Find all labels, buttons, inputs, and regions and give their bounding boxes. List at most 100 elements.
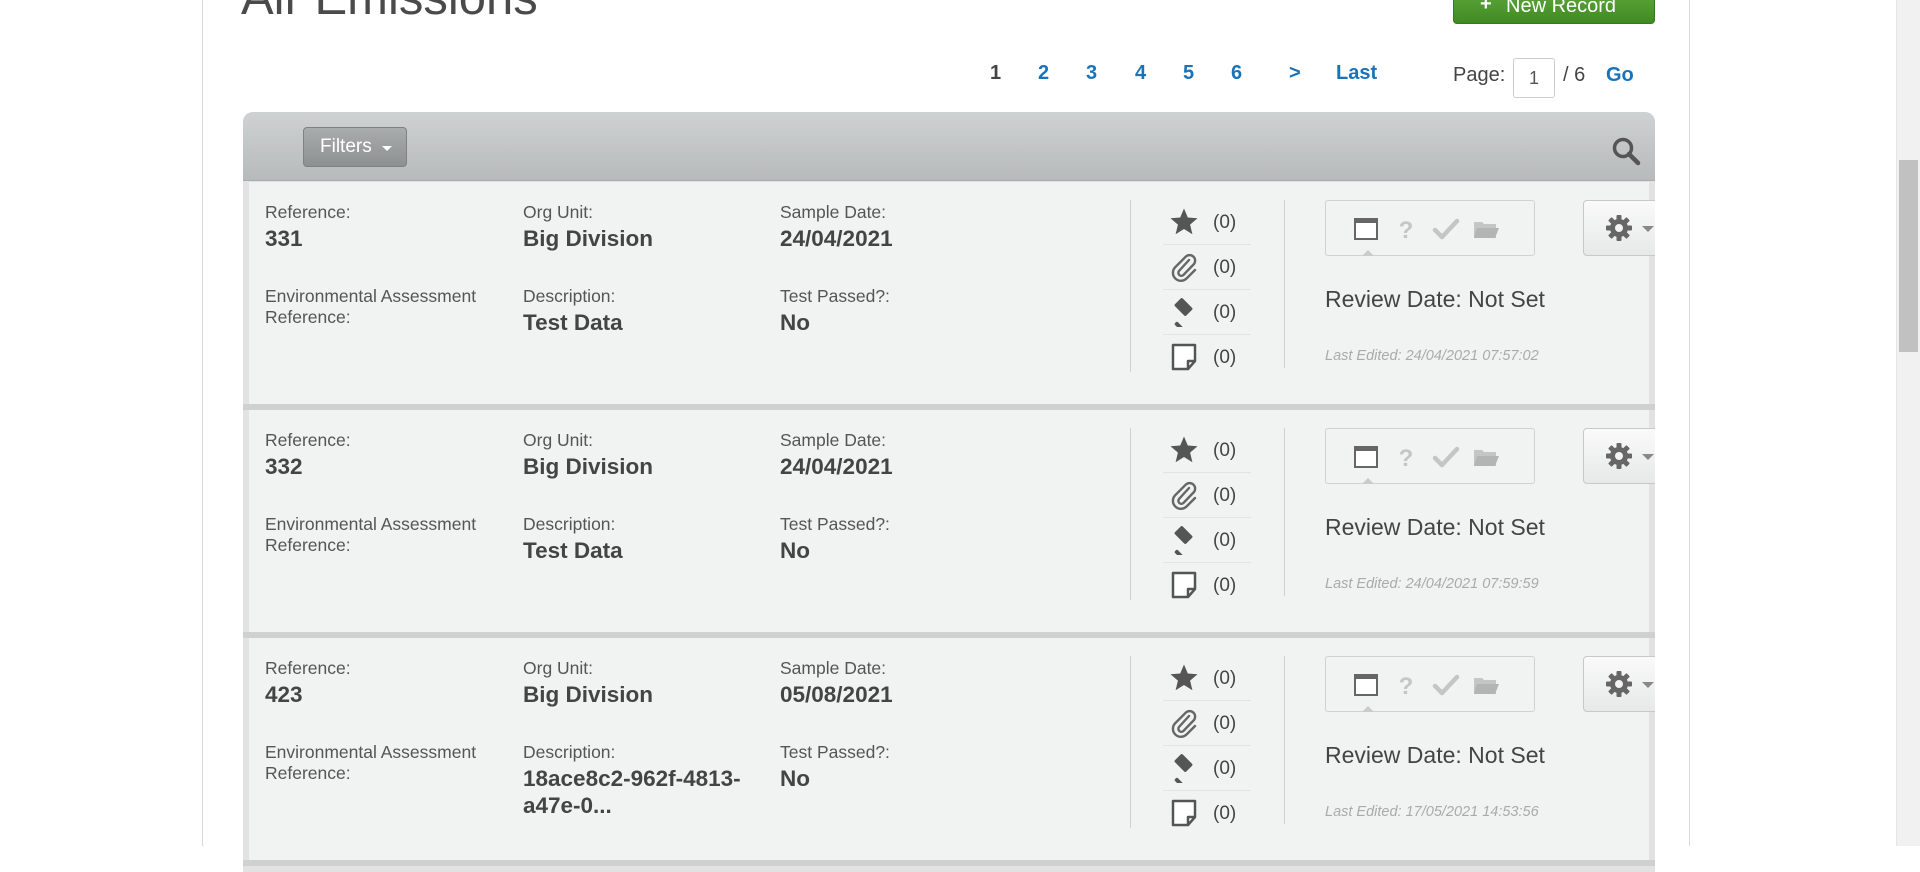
count-row[interactable]: (0)	[1163, 563, 1251, 607]
field-description: Description: 18ace8c2-962f-4813-a47e-0..…	[523, 742, 763, 819]
review-date: Review Date: Not Set	[1325, 514, 1545, 540]
page-last[interactable]: Last	[1336, 62, 1377, 85]
description-value: Test Data	[523, 310, 623, 335]
page-link-5[interactable]: 5	[1183, 62, 1194, 85]
org-unit-label: Org Unit:	[523, 430, 594, 450]
count-row[interactable]: (0)	[1163, 791, 1251, 835]
counts-list: (0) (0) (0) (0)	[1163, 200, 1251, 379]
divider	[1284, 656, 1285, 824]
field-env-assessment-ref: Environmental Assessment Reference:	[265, 514, 505, 558]
page-link-3[interactable]: 3	[1086, 62, 1097, 85]
record-card[interactable]: Reference: 332 Org Unit: Big Division Sa…	[249, 410, 1655, 632]
record-tabs: ?	[1325, 200, 1535, 256]
count-row[interactable]: (0)	[1163, 746, 1251, 791]
page-label: Page:	[1453, 64, 1506, 86]
field-org-unit: Org Unit: Big Division	[523, 430, 653, 480]
svg-text:?: ?	[1399, 445, 1414, 471]
count-value: (0)	[1213, 347, 1237, 368]
page-number-input[interactable]	[1513, 58, 1555, 98]
page-container: Air Emissions + New Record 1 2 3 4 5 6 >…	[202, 0, 1690, 872]
reference-value[interactable]: 332	[265, 453, 351, 480]
search-icon[interactable]	[1611, 136, 1641, 166]
sample-date-value: 24/04/2021	[780, 454, 893, 479]
sample-date-label: Sample Date:	[780, 658, 887, 678]
check-icon[interactable]	[1432, 671, 1460, 699]
filters-dropdown[interactable]: Filters	[303, 127, 407, 167]
folder-icon[interactable]	[1472, 671, 1500, 699]
page-title: Air Emissions	[241, 0, 538, 23]
divider	[1284, 200, 1285, 368]
records-panel: Filters Reference: 331 Org Unit: Big Div…	[243, 112, 1655, 872]
test-passed-value: No	[780, 310, 810, 335]
test-passed-label: Test Passed?:	[780, 742, 890, 762]
divider	[1130, 656, 1131, 828]
actions-dropdown-button[interactable]	[1583, 428, 1655, 484]
page-link-6[interactable]: 6	[1231, 62, 1242, 85]
question-icon[interactable]: ?	[1392, 215, 1420, 244]
record-card[interactable]: Reference: 331 Org Unit: Big Division Sa…	[249, 182, 1655, 404]
check-icon[interactable]	[1432, 443, 1460, 471]
org-unit-value: Big Division	[523, 226, 654, 251]
record-separator	[243, 860, 1655, 866]
record-card[interactable]: Reference: 423 Org Unit: Big Division Sa…	[249, 638, 1655, 860]
count-row[interactable]: (0)	[1163, 428, 1251, 473]
actions-dropdown-button[interactable]	[1583, 656, 1655, 712]
org-unit-value: Big Division	[523, 682, 654, 707]
sample-date-value: 24/04/2021	[780, 226, 893, 251]
scrollbar[interactable]	[1896, 0, 1920, 846]
tab-pointer	[1362, 706, 1374, 712]
go-button[interactable]: Go	[1606, 64, 1634, 87]
scrollbar-thumb[interactable]	[1899, 160, 1918, 352]
plus-icon: +	[1480, 0, 1492, 15]
filter-toolbar: Filters	[243, 112, 1655, 181]
record-tabs: ?	[1325, 428, 1535, 484]
divider	[1284, 428, 1285, 596]
test-passed-label: Test Passed?:	[780, 286, 890, 306]
description-value: 18ace8c2-962f-4813-a47e-0...	[523, 766, 741, 818]
count-value: (0)	[1213, 212, 1237, 233]
counts-list: (0) (0) (0) (0)	[1163, 656, 1251, 835]
page-next[interactable]: >	[1289, 62, 1301, 85]
reference-value[interactable]: 423	[265, 681, 351, 708]
tab-pointer	[1362, 478, 1374, 484]
count-row[interactable]: (0)	[1163, 701, 1251, 746]
count-row[interactable]: (0)	[1163, 473, 1251, 518]
page-link-2[interactable]: 2	[1038, 62, 1049, 85]
filters-label: Filters	[320, 136, 372, 157]
count-row[interactable]: (0)	[1163, 656, 1251, 701]
window-icon[interactable]	[1352, 443, 1380, 471]
counts-list: (0) (0) (0) (0)	[1163, 428, 1251, 607]
caret-down-icon	[382, 146, 392, 151]
field-org-unit: Org Unit: Big Division	[523, 658, 653, 708]
pagination: 1 2 3 4 5 6 > Last Page: / 6 Go	[203, 58, 1689, 98]
sample-date-value: 05/08/2021	[780, 682, 893, 707]
question-icon[interactable]: ?	[1392, 443, 1420, 472]
count-row[interactable]: (0)	[1163, 335, 1251, 379]
question-icon[interactable]: ?	[1392, 671, 1420, 700]
count-row[interactable]: (0)	[1163, 245, 1251, 290]
field-sample-date: Sample Date: 24/04/2021	[780, 202, 893, 252]
reference-value[interactable]: 331	[265, 225, 351, 252]
reference-label: Reference:	[265, 202, 351, 222]
svg-text:?: ?	[1399, 673, 1414, 699]
test-passed-label: Test Passed?:	[780, 514, 890, 534]
page-link-4[interactable]: 4	[1135, 62, 1146, 85]
count-row[interactable]: (0)	[1163, 290, 1251, 335]
window-icon[interactable]	[1352, 215, 1380, 243]
folder-icon[interactable]	[1472, 443, 1500, 471]
last-edited: Last Edited: 24/04/2021 07:59:59	[1325, 576, 1539, 592]
record-tabs: ?	[1325, 656, 1535, 712]
description-label: Description:	[523, 514, 616, 534]
field-reference: Reference: 331	[265, 202, 351, 252]
new-record-button[interactable]: + New Record	[1453, 0, 1655, 24]
count-row[interactable]: (0)	[1163, 518, 1251, 563]
check-icon[interactable]	[1432, 215, 1460, 243]
description-value: Test Data	[523, 538, 623, 563]
folder-icon[interactable]	[1472, 215, 1500, 243]
count-value: (0)	[1213, 668, 1237, 689]
divider	[1130, 428, 1131, 600]
window-icon[interactable]	[1352, 671, 1380, 699]
count-row[interactable]: (0)	[1163, 200, 1251, 245]
count-value: (0)	[1213, 440, 1237, 461]
actions-dropdown-button[interactable]	[1583, 200, 1655, 256]
